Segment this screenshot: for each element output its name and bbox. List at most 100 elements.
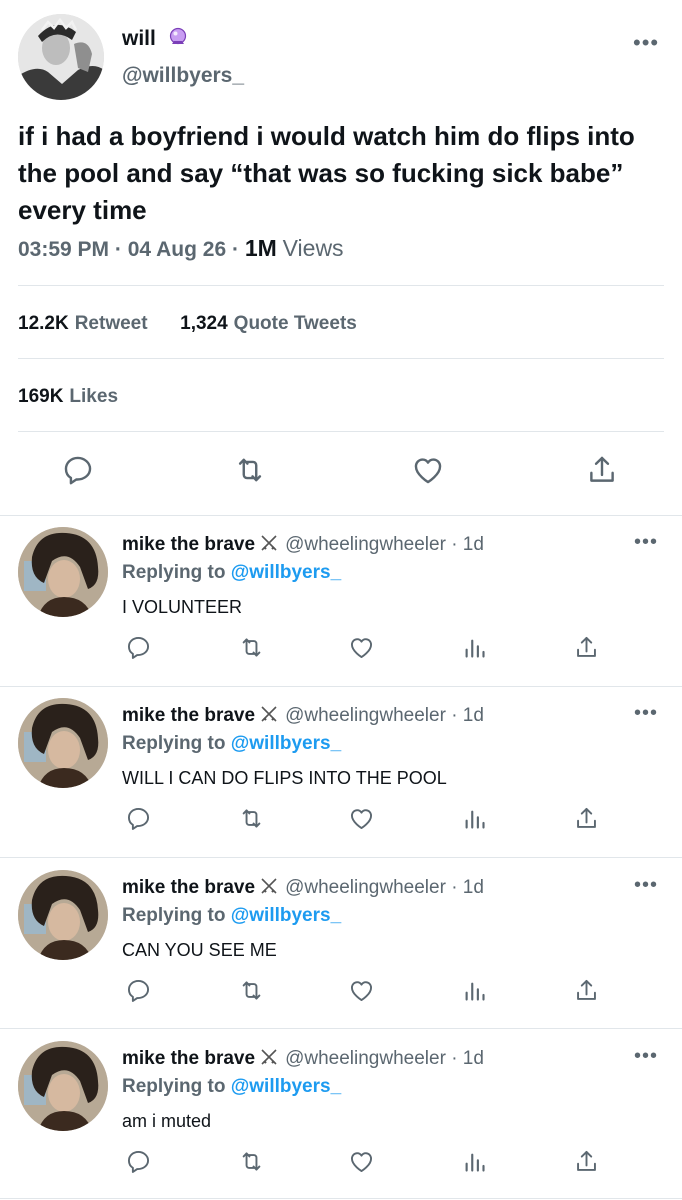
- retweets-count: 12.2K: [18, 313, 69, 334]
- reply-text: I VOLUNTEER: [122, 597, 243, 617]
- more-options-icon[interactable]: •••: [634, 1045, 658, 1068]
- crossed-swords-icon: [259, 705, 279, 723]
- divider: [0, 515, 682, 516]
- reply-tweet[interactable]: mike the brave @wheelingwheeler · 1d ••• …: [0, 517, 682, 688]
- retweets-link[interactable]: 12.2K Retweet: [18, 313, 153, 334]
- views-count: 1M: [244, 235, 277, 261]
- reply-header: mike the brave @wheelingwheeler · 1d: [122, 705, 484, 727]
- replying-prefix: Replying to: [122, 905, 226, 926]
- share-icon[interactable]: [571, 1146, 601, 1176]
- replying-prefix: Replying to: [122, 733, 226, 754]
- reply-actions: [0, 803, 682, 833]
- reply-author-name[interactable]: mike the brave: [122, 877, 255, 898]
- reply-tweet[interactable]: mike the brave @wheelingwheeler · 1d ••• …: [0, 688, 682, 859]
- reply-author-name[interactable]: mike the brave: [122, 705, 255, 726]
- reply-avatar[interactable]: [18, 698, 108, 788]
- meta-separator: ·: [114, 238, 128, 261]
- share-icon[interactable]: [571, 803, 601, 833]
- author-avatar[interactable]: [18, 14, 104, 100]
- replying-mention[interactable]: @willbyers_: [231, 562, 341, 583]
- main-tweet: will @willbyers_ ••• if i had a boyfrien…: [0, 0, 682, 515]
- author-handle[interactable]: @willbyers_: [122, 64, 244, 88]
- divider: [18, 358, 664, 359]
- reply-icon[interactable]: [123, 803, 153, 833]
- replying-to: Replying to @willbyers_: [122, 562, 341, 584]
- more-options-icon[interactable]: •••: [634, 874, 658, 897]
- reply-tweet[interactable]: mike the brave @wheelingwheeler · 1d ••• …: [0, 860, 682, 1031]
- reply-dot: ·: [451, 534, 458, 555]
- divider: [18, 431, 664, 432]
- replying-mention[interactable]: @willbyers_: [231, 733, 341, 754]
- reply-icon[interactable]: [123, 975, 153, 1005]
- views-label: Views: [282, 235, 344, 261]
- replying-prefix: Replying to: [122, 562, 226, 583]
- tweet-actions: [0, 452, 682, 496]
- author-name[interactable]: will: [122, 27, 156, 51]
- retweet-icon[interactable]: [236, 1146, 266, 1176]
- quotes-link[interactable]: 1,324 Quote Tweets: [180, 313, 357, 334]
- reply-author-handle[interactable]: @wheelingwheeler: [285, 877, 446, 898]
- replying-mention[interactable]: @willbyers_: [231, 905, 341, 926]
- likes-count: 169K: [18, 386, 64, 407]
- tweet-text: if i had a boyfriend i would watch him d…: [18, 121, 635, 225]
- like-icon[interactable]: [346, 975, 376, 1005]
- more-options-icon[interactable]: •••: [634, 531, 658, 554]
- replying-mention[interactable]: @willbyers_: [231, 1076, 341, 1097]
- reply-text: WILL I CAN DO FLIPS INTO THE POOL: [122, 768, 447, 788]
- reply-time[interactable]: 1d: [463, 1048, 484, 1069]
- reply-icon[interactable]: [60, 452, 96, 488]
- tweet-date[interactable]: 04 Aug 26: [128, 238, 226, 261]
- analytics-icon[interactable]: [459, 803, 489, 833]
- reply-author-name[interactable]: mike the brave: [122, 534, 255, 555]
- reply-header: mike the brave @wheelingwheeler · 1d: [122, 877, 484, 899]
- reply-text: am i muted: [122, 1111, 212, 1131]
- share-icon[interactable]: [571, 975, 601, 1005]
- like-icon[interactable]: [346, 1146, 376, 1176]
- analytics-icon[interactable]: [459, 1146, 489, 1176]
- crossed-swords-icon: [259, 877, 279, 895]
- reply-dot: ·: [451, 1048, 458, 1069]
- divider: [18, 285, 664, 286]
- likes-label: Likes: [69, 386, 119, 407]
- reply-author-handle[interactable]: @wheelingwheeler: [285, 534, 446, 555]
- analytics-icon[interactable]: [459, 975, 489, 1005]
- analytics-icon[interactable]: [459, 632, 489, 662]
- replying-to: Replying to @willbyers_: [122, 905, 341, 927]
- reply-author-name[interactable]: mike the brave: [122, 1048, 255, 1069]
- replying-to: Replying to @willbyers_: [122, 733, 341, 755]
- reply-time[interactable]: 1d: [463, 705, 484, 726]
- retweet-icon[interactable]: [236, 632, 266, 662]
- reply-author-handle[interactable]: @wheelingwheeler: [285, 705, 446, 726]
- reply-time[interactable]: 1d: [463, 877, 484, 898]
- like-icon[interactable]: [346, 803, 376, 833]
- retweet-icon[interactable]: [232, 452, 268, 488]
- quotes-label: Quote Tweets: [233, 313, 357, 334]
- reply-tweet[interactable]: mike the brave @wheelingwheeler · 1d ••• …: [0, 1031, 682, 1200]
- reply-avatar[interactable]: [18, 527, 108, 617]
- reply-text: CAN YOU SEE ME: [122, 940, 277, 960]
- retweets-label: Retweet: [74, 313, 148, 334]
- replying-to: Replying to @willbyers_: [122, 1076, 341, 1098]
- like-icon[interactable]: [346, 632, 376, 662]
- retweet-icon[interactable]: [236, 975, 266, 1005]
- reply-actions: [0, 1146, 682, 1176]
- quotes-count: 1,324: [180, 313, 228, 334]
- like-icon[interactable]: [410, 452, 446, 488]
- divider: [0, 1028, 682, 1029]
- reply-author-handle[interactable]: @wheelingwheeler: [285, 1048, 446, 1069]
- likes-link[interactable]: 169K Likes: [18, 386, 118, 408]
- reply-time[interactable]: 1d: [463, 534, 484, 555]
- reply-icon[interactable]: [123, 1146, 153, 1176]
- share-icon[interactable]: [584, 452, 620, 488]
- reply-avatar[interactable]: [18, 870, 108, 960]
- crossed-swords-icon: [259, 1048, 279, 1066]
- more-options-icon[interactable]: •••: [633, 30, 659, 56]
- more-options-icon[interactable]: •••: [634, 702, 658, 725]
- reply-avatar[interactable]: [18, 1041, 108, 1131]
- share-icon[interactable]: [571, 632, 601, 662]
- retweet-icon[interactable]: [236, 803, 266, 833]
- divider: [0, 857, 682, 858]
- reply-icon[interactable]: [123, 632, 153, 662]
- tweet-time[interactable]: 03:59 PM: [18, 238, 109, 261]
- reply-header: mike the brave @wheelingwheeler · 1d: [122, 1048, 484, 1070]
